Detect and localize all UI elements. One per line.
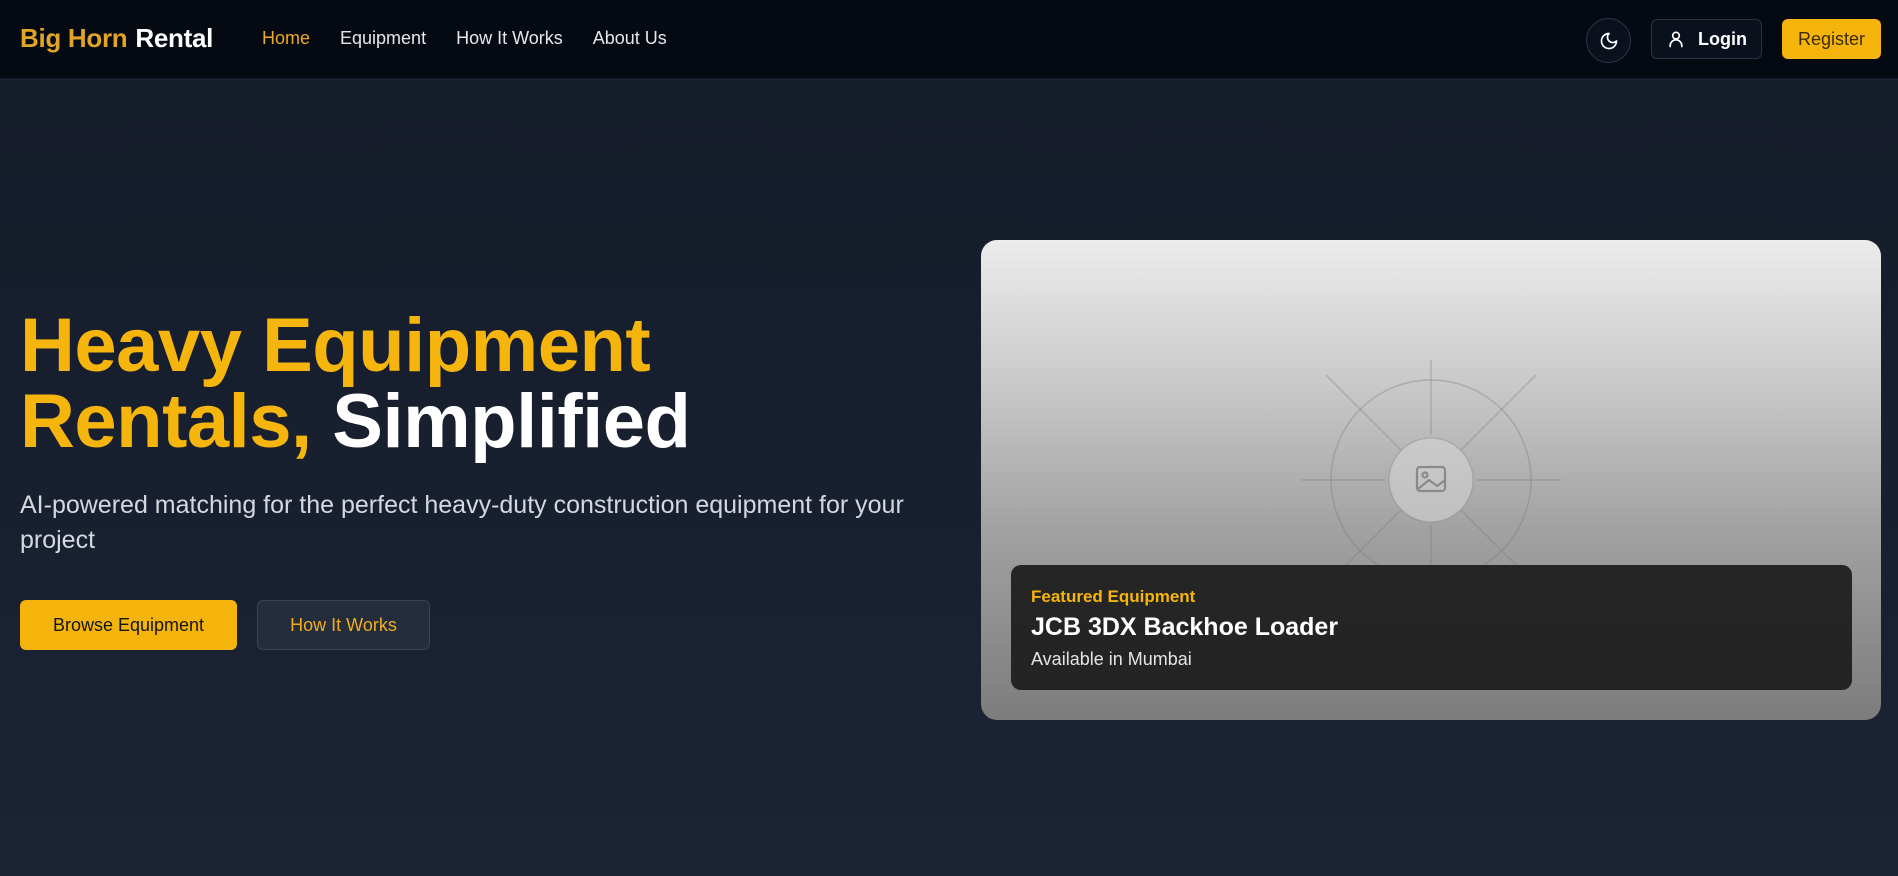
nav-link-home[interactable]: Home: [262, 28, 310, 49]
how-it-works-label: How It Works: [290, 614, 397, 635]
main-nav: Home Equipment How It Works About Us: [262, 28, 667, 49]
nav-link-about-us[interactable]: About Us: [593, 28, 667, 49]
nav-link-equipment[interactable]: Equipment: [340, 28, 426, 49]
brand-logo[interactable]: Big Horn Rental: [20, 23, 213, 54]
hero-title-plain: Simplified: [332, 379, 691, 464]
featured-info-panel: Featured Equipment JCB 3DX Backhoe Loade…: [1011, 565, 1852, 690]
hero-subtitle: AI-powered matching for the perfect heav…: [20, 491, 904, 554]
how-it-works-button[interactable]: How It Works: [257, 600, 430, 650]
top-navbar: Big Horn Rental Home Equipment How It Wor…: [0, 0, 1898, 79]
nav-link-how-it-works[interactable]: How It Works: [456, 28, 563, 49]
featured-label: Featured Equipment: [1031, 587, 1196, 606]
hero-title: Heavy Equipment Rentals, Simplified: [20, 308, 920, 460]
brand-name-part1: Big Horn: [20, 23, 128, 53]
moon-icon: [1600, 32, 1617, 49]
featured-equipment-card[interactable]: Featured Equipment JCB 3DX Backhoe Loade…: [981, 240, 1881, 720]
browse-equipment-label: Browse Equipment: [52, 614, 205, 635]
register-button[interactable]: Register: [1782, 19, 1881, 59]
register-label: Register: [1797, 28, 1866, 49]
login-button[interactable]: Login: [1651, 19, 1762, 59]
brand-name-part2: Rental: [135, 23, 214, 53]
login-label: Login: [1698, 28, 1747, 49]
theme-toggle-button[interactable]: [1586, 18, 1631, 63]
hero-title-accent: Rentals,: [20, 379, 312, 464]
featured-equipment-name: JCB 3DX Backhoe Loader: [1031, 613, 1339, 641]
user-icon: [1669, 31, 1683, 48]
featured-equipment-location: Available in Mumbai: [1031, 649, 1192, 669]
hero-title-line1: Heavy Equipment: [20, 303, 651, 388]
browse-equipment-button[interactable]: Browse Equipment: [20, 600, 237, 650]
